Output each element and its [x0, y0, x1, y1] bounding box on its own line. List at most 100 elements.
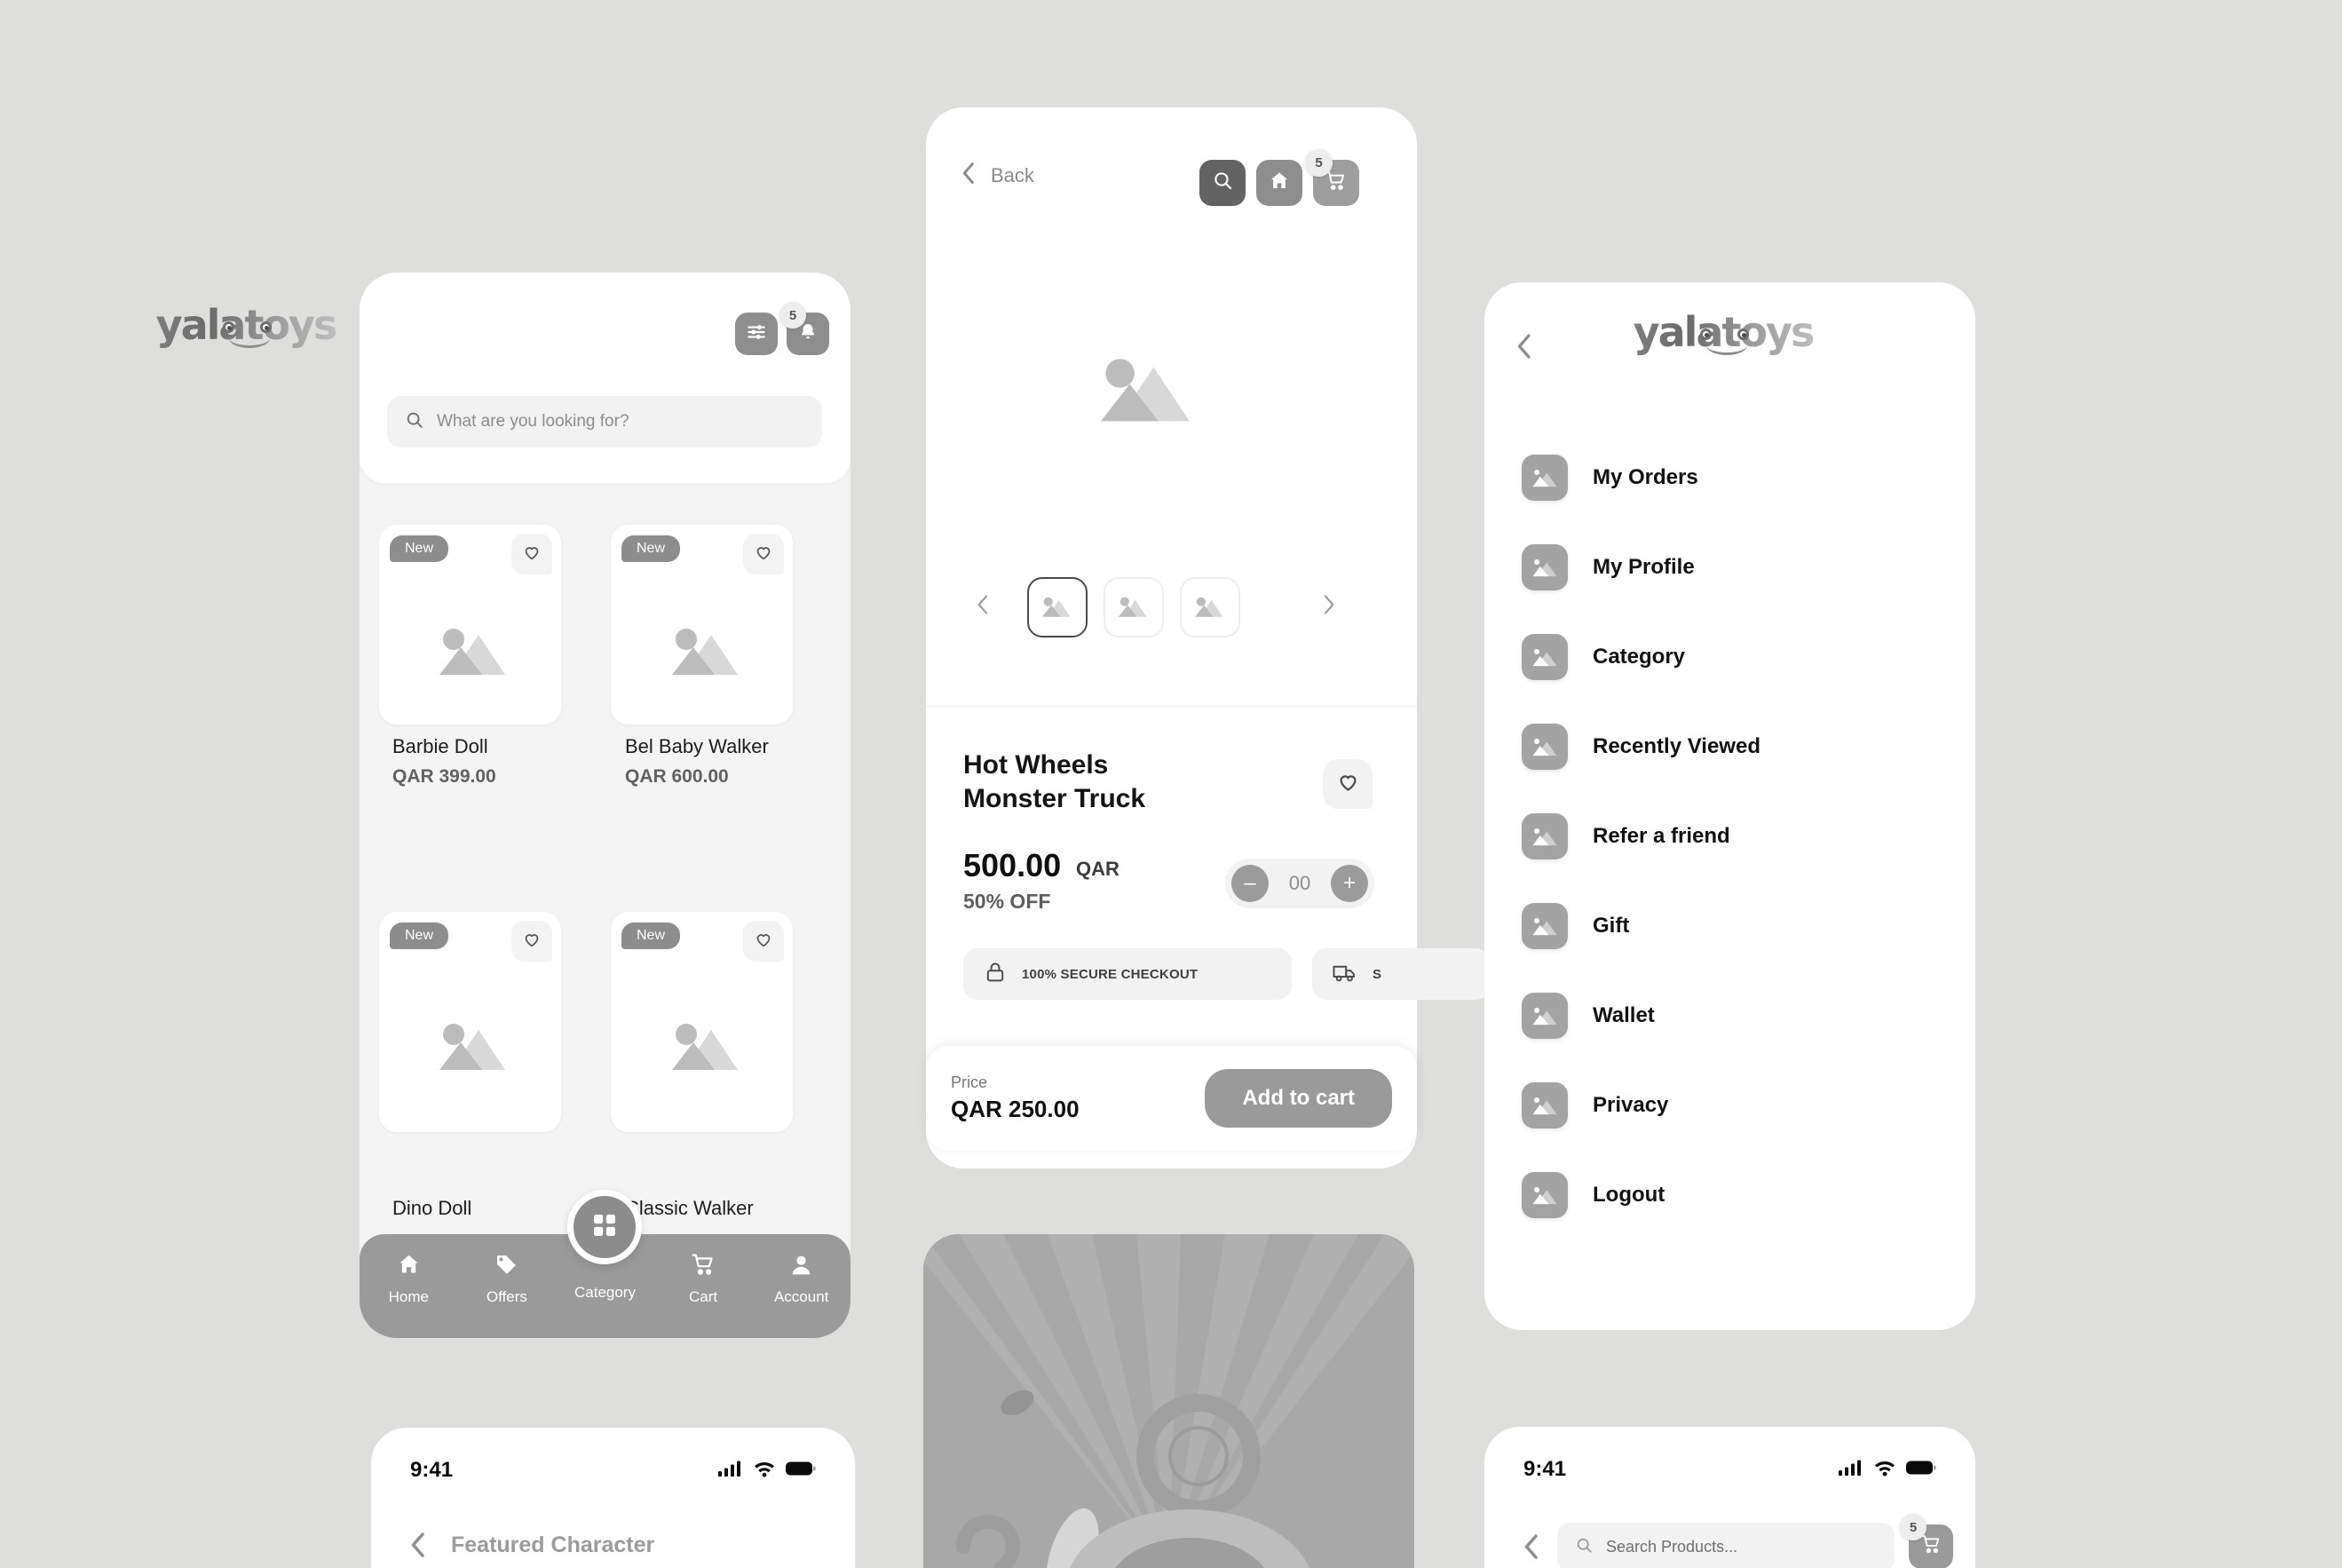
- status-time: 9:41: [410, 1458, 454, 1482]
- add-to-cart-button[interactable]: Add to cart: [1205, 1069, 1392, 1128]
- sunburst-background: [923, 1234, 1414, 1568]
- menu-item-label: Recently Viewed: [1593, 734, 1760, 758]
- buy-bar-price: Price QAR 250.00: [951, 1073, 1080, 1123]
- home-search-input[interactable]: What are you looking for?: [387, 396, 822, 447]
- menu-item-refer-a-friend[interactable]: Refer a friend: [1522, 813, 1730, 859]
- filter-button[interactable]: [735, 313, 778, 355]
- menu-item-privacy[interactable]: Privacy: [1522, 1082, 1668, 1128]
- thumbnail-item[interactable]: [1027, 577, 1088, 637]
- carousel-next-button[interactable]: [1322, 593, 1335, 622]
- thumbnail-item[interactable]: [1104, 577, 1164, 637]
- detail-favorite-button[interactable]: [1323, 759, 1373, 809]
- image-icon: [1522, 724, 1568, 770]
- cart-icon: [691, 1252, 716, 1282]
- carousel-prev-button[interactable]: [977, 593, 990, 622]
- tab-label: Account: [773, 1288, 829, 1305]
- menu-item-category[interactable]: Category: [1522, 634, 1685, 680]
- image-icon: [1522, 455, 1568, 501]
- quantity-decrement-button[interactable]: –: [1231, 865, 1269, 902]
- product-price-amount: 500.00: [963, 847, 1062, 883]
- wifi-icon: [1873, 1459, 1896, 1481]
- status-bar: 9:41: [1484, 1443, 1975, 1496]
- detail-cart-badge: 5: [1305, 149, 1333, 177]
- favorite-button[interactable]: [511, 534, 552, 574]
- battery-icon: [1906, 1459, 1936, 1481]
- detail-home-button[interactable]: [1256, 160, 1302, 206]
- chevron-left-icon: [961, 162, 977, 189]
- favorite-button[interactable]: [743, 534, 784, 574]
- phone-toy-image-screen: [923, 1234, 1414, 1568]
- phone-search-products-screen: 9:41 Search Products... 5: [1484, 1427, 1975, 1568]
- menu-item-label: Logout: [1593, 1183, 1666, 1207]
- cellular-icon: [1839, 1459, 1863, 1481]
- logo-eye-right: [260, 321, 272, 333]
- tab-offers[interactable]: Offers: [458, 1252, 557, 1306]
- product-image-placeholder: [439, 626, 510, 685]
- price-value: QAR 250.00: [951, 1096, 1080, 1122]
- detail-search-button[interactable]: [1199, 160, 1246, 206]
- app-logo-text: yalatoys: [155, 301, 338, 349]
- search-icon: [405, 410, 424, 434]
- detail-back-button[interactable]: Back: [961, 162, 1034, 189]
- trust-badge-secure-checkout: 100% SECURE CHECKOUT: [963, 948, 1292, 1000]
- product-discount: 50% OFF: [963, 890, 1051, 913]
- menu-item-label: Privacy: [1593, 1093, 1669, 1117]
- menu-item-logout[interactable]: Logout: [1522, 1172, 1665, 1218]
- product-price: QAR 399.00: [392, 766, 496, 787]
- menu-item-wallet[interactable]: Wallet: [1522, 993, 1655, 1039]
- wifi-icon: [753, 1460, 776, 1482]
- new-badge: New: [621, 923, 681, 949]
- tab-account[interactable]: Account: [752, 1252, 851, 1306]
- buy-bar: Price QAR 250.00 Add to cart: [926, 1046, 1417, 1151]
- product-name: Bel Baby Walker: [625, 735, 769, 757]
- heart-icon: [522, 542, 542, 566]
- quantity-stepper[interactable]: – 00 +: [1225, 859, 1374, 908]
- thumbnail-item[interactable]: [1180, 577, 1240, 637]
- menu-item-my-orders[interactable]: My Orders: [1522, 455, 1698, 501]
- image-icon: [1522, 993, 1568, 1039]
- featured-page-title: Featured Character: [451, 1532, 655, 1557]
- lock-icon: [983, 960, 1008, 989]
- quantity-increment-button[interactable]: +: [1330, 865, 1368, 902]
- tab-home[interactable]: Home: [360, 1252, 458, 1306]
- trust-badge-label: 100% SECURE CHECKOUT: [1022, 966, 1199, 982]
- detail-divider: [926, 706, 1417, 707]
- tab-label: Offers: [486, 1288, 527, 1305]
- home-search-placeholder: What are you looking for?: [437, 412, 629, 431]
- menu-item-label: Gift: [1593, 914, 1630, 938]
- products-search-placeholder: Search Products...: [1606, 1538, 1738, 1556]
- menu-item-gift[interactable]: Gift: [1522, 903, 1629, 949]
- menu-item-label: Category: [1593, 645, 1686, 669]
- app-logo-text: yalatoys: [1633, 308, 1816, 356]
- category-fab-button[interactable]: [567, 1190, 642, 1264]
- tab-label: Home: [388, 1288, 429, 1305]
- tag-icon: [494, 1252, 519, 1282]
- products-search-input[interactable]: Search Products...: [1557, 1523, 1895, 1568]
- menu-back-button[interactable]: [1516, 333, 1533, 364]
- product-name: Classic Walker: [625, 1197, 754, 1219]
- product-card[interactable]: New: [379, 525, 561, 725]
- price-label: Price: [951, 1073, 988, 1091]
- product-hero-image: [1101, 355, 1197, 434]
- heart-icon: [522, 930, 542, 954]
- product-card[interactable]: New: [611, 525, 793, 725]
- menu-item-recently-viewed[interactable]: Recently Viewed: [1522, 724, 1760, 770]
- menu-item-label: My Orders: [1593, 465, 1698, 489]
- status-bar: 9:41: [371, 1444, 855, 1497]
- heart-icon: [754, 930, 773, 954]
- favorite-button[interactable]: [743, 921, 784, 962]
- product-name: Dino Doll: [392, 1197, 472, 1219]
- trust-badge-label: S: [1373, 966, 1382, 982]
- logo-eye-left: [223, 321, 234, 333]
- cellular-icon: [718, 1460, 743, 1482]
- tab-cart[interactable]: Cart: [654, 1252, 753, 1306]
- truck-icon: [1332, 959, 1358, 990]
- logo-eye-left: [1700, 329, 1712, 340]
- search-back-button[interactable]: [1523, 1533, 1540, 1564]
- phone-product-detail-screen: [926, 107, 1417, 1168]
- product-price-currency: QAR: [1076, 858, 1120, 880]
- menu-item-my-profile[interactable]: My Profile: [1522, 544, 1695, 590]
- featured-back-button[interactable]: [410, 1532, 427, 1563]
- favorite-button[interactable]: [511, 921, 552, 962]
- image-icon: [1522, 1082, 1568, 1128]
